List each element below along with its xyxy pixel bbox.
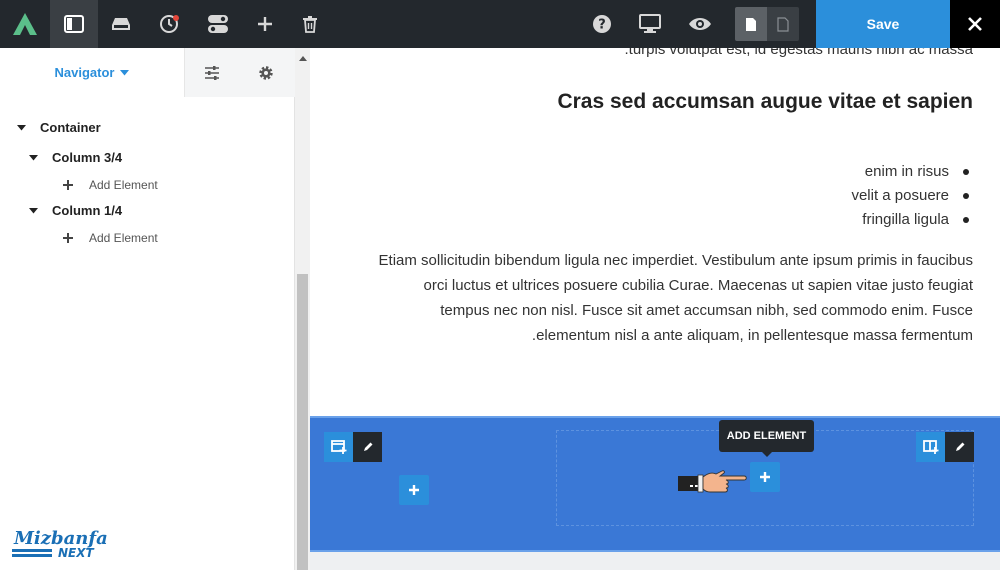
list-item: velit a posuere [851,184,973,208]
tree-item-label: Container [40,120,101,135]
add-column-icon[interactable] [324,432,353,462]
tree-item-label: Column 1/4 [52,203,123,218]
brand-watermark: Mizbanfa NEXT [12,528,112,564]
bullet-icon [963,217,969,223]
content-heading: Cras sed accumsan augue vitae et sapien [557,90,973,113]
page-icon[interactable] [735,7,767,41]
page-outline-icon[interactable] [767,7,799,41]
trash-icon[interactable] [286,0,334,48]
logo-icon[interactable] [0,0,50,48]
sliders-icon[interactable] [187,48,237,97]
add-element-button[interactable] [399,475,429,505]
tree-add-label: Add Element [89,231,158,245]
gear-icon[interactable] [241,48,291,97]
preview-icon[interactable] [676,0,724,48]
plus-icon [63,180,73,190]
content-paragraph: Etiam sollicitudin bibendum ligula nec i… [333,248,973,348]
paragraph-line: elementum nisl a ante aliquam, in pellen… [531,327,973,344]
page-toggle [735,7,799,41]
sidebar-tools [184,48,295,97]
tree-item-column[interactable]: Column 1/4 [28,203,122,218]
save-button[interactable]: Save [816,0,950,48]
list-item: fringilla ligula [851,208,973,232]
bullet-icon [963,193,969,199]
navigator-icon[interactable] [50,0,98,48]
tree-item-label: Column 3/4 [52,150,123,165]
add-icon[interactable] [241,0,289,48]
tree-add-element[interactable]: Add Element [63,231,158,245]
container-controls [324,432,382,462]
tab-navigator[interactable]: Navigator [0,48,184,97]
paragraph-text: turpis volutpat est, id egestas mauris n… [624,48,973,58]
svg-text:?: ? [598,18,606,33]
brand-stripe [12,549,52,552]
scroll-up-icon[interactable] [295,52,310,64]
paragraph-line: tempus nec non nisl. Fusce sit amet accu… [440,302,973,319]
add-column-icon[interactable] [916,432,945,462]
page-canvas: turpis volutpat est, id egestas mauris n… [310,48,1000,570]
tree-add-label: Add Element [89,178,158,192]
plus-icon [63,233,73,243]
caret-down-icon [28,153,38,163]
tab-navigator-label: Navigator [54,65,115,80]
tree-add-element[interactable]: Add Element [63,178,158,192]
sidebar-scrollbar[interactable] [295,48,310,570]
add-element-button[interactable] [750,462,780,492]
toggle-icon[interactable] [194,0,242,48]
close-icon[interactable] [950,0,1000,48]
tooltip-arrow [762,452,772,457]
add-element-tooltip: ADD ELEMENT [719,420,814,452]
section-icon[interactable] [97,0,145,48]
history-icon[interactable] [146,0,194,48]
list-item-text: velit a posuere [851,187,949,204]
bullet-list: enim in risus velit a posuere fringilla … [851,160,973,232]
caret-down-icon [120,69,130,76]
edit-pencil-icon[interactable] [945,432,974,462]
paragraph-line: Etiam sollicitudin bibendum ligula nec i… [378,252,973,269]
list-item-text: enim in risus [864,163,949,180]
list-item-text: fringilla ligula [862,211,949,228]
brand-subtitle: NEXT [58,546,94,560]
desktop-icon[interactable] [626,0,674,48]
caret-down-icon [28,206,38,216]
sidebar: Navigator Container Column 3/4 Add Eleme… [0,48,295,570]
caret-down-icon [16,123,26,133]
tree-item-container[interactable]: Container [16,120,101,135]
column-controls [916,432,974,462]
help-icon[interactable]: ? [578,0,626,48]
canvas-footer-area [310,552,1000,570]
scrollbar-thumb[interactable] [297,274,308,570]
sidebar-tabs: Navigator [0,48,295,97]
top-toolbar: ? Save [0,0,1000,48]
pointing-hand-icon [676,465,750,497]
brand-stripe [12,554,52,557]
edit-pencil-icon[interactable] [353,432,382,462]
list-item: enim in risus [851,160,973,184]
paragraph-line: orci luctus et ultrices posuere cubilia … [423,277,973,294]
tree-item-column[interactable]: Column 3/4 [28,150,122,165]
bullet-icon [963,169,969,175]
container-section[interactable]: ADD ELEMENT [310,416,1000,552]
